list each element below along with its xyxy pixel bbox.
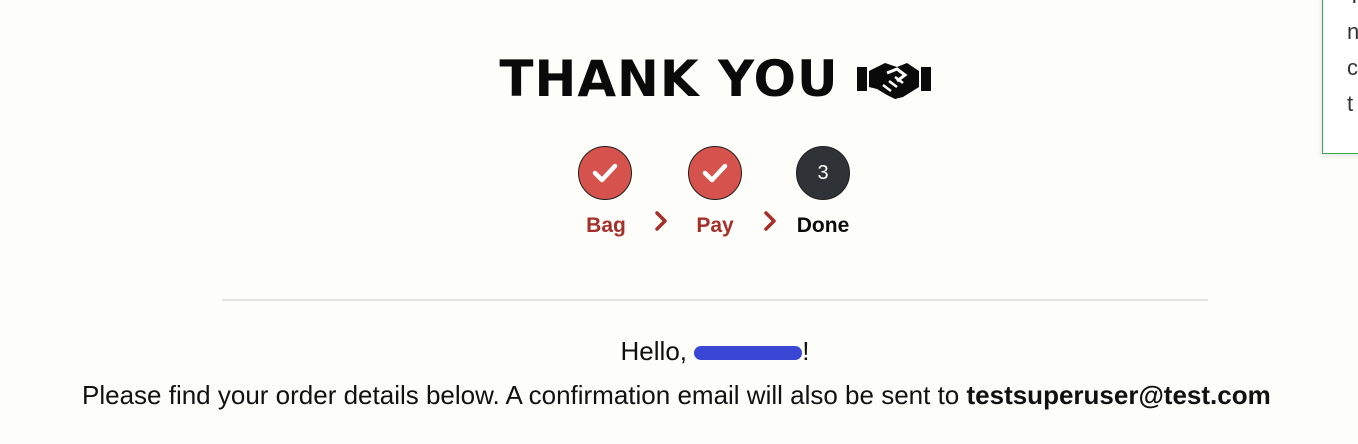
toast-line: c — [1347, 55, 1358, 80]
step-number: 3 — [817, 161, 829, 184]
page-title-text: THANK YOU — [499, 50, 839, 108]
step-done-label: Done — [796, 214, 850, 237]
step-pay-circle — [688, 146, 742, 200]
details-text: Please find your order details below. A … — [82, 380, 967, 410]
step-pay-label: Pay — [696, 214, 734, 237]
greeting-suffix: ! — [802, 336, 810, 366]
toast-line: Y — [1347, 0, 1358, 9]
step-bag-label: Bag — [586, 214, 626, 237]
toast-line: t — [1347, 91, 1354, 116]
divider — [222, 299, 1208, 301]
greeting-prefix: Hello, — [620, 336, 695, 366]
order-details-message: Please find your order details below. A … — [82, 380, 1271, 411]
redacted-name — [694, 336, 803, 364]
checkout-steps: Bag Pay 3 Done — [0, 146, 1358, 246]
greeting: Hello, ! — [0, 336, 1358, 367]
handshake-icon — [856, 63, 931, 99]
check-icon — [592, 163, 618, 183]
step-bag-circle — [578, 146, 632, 200]
check-icon — [702, 163, 728, 183]
toast-line: n — [1347, 19, 1358, 45]
toast-notification[interactable]: Y n c t — [1322, 0, 1358, 154]
confirmation-email: testsuperuser@test.com — [966, 380, 1271, 410]
page-title: THANK YOU — [0, 50, 1358, 108]
step-done-circle: 3 — [796, 146, 850, 200]
